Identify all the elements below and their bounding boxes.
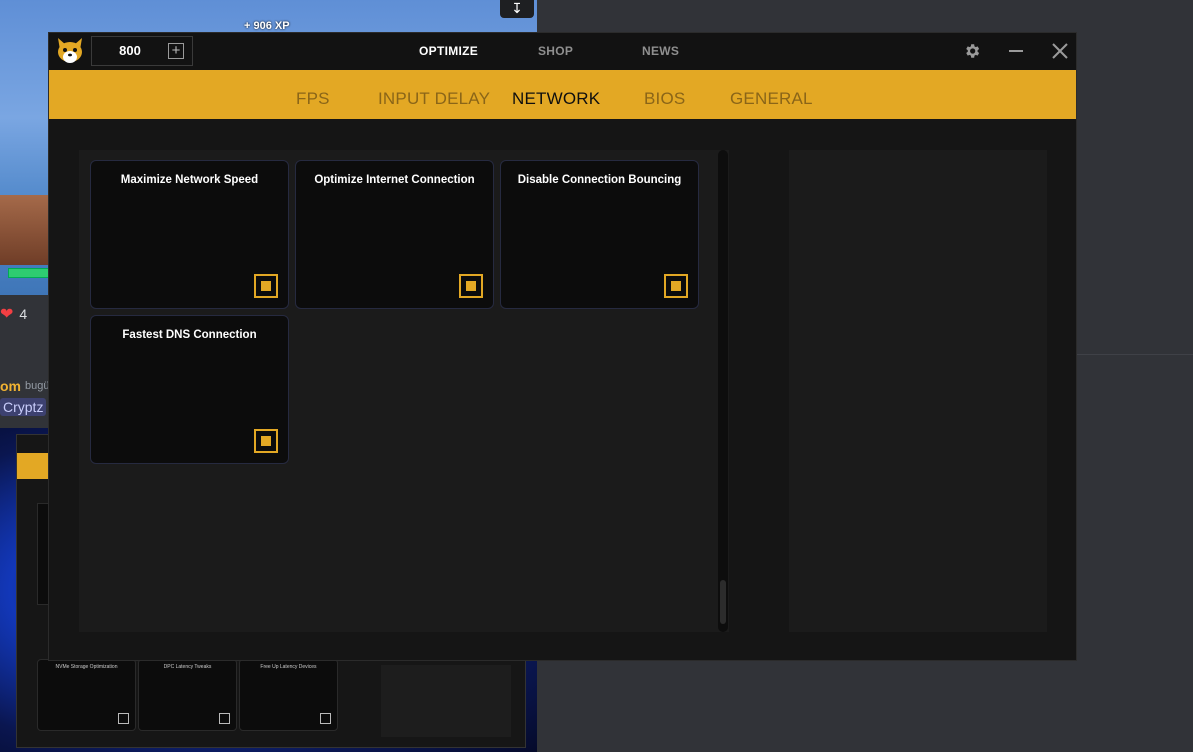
card-title: Disable Connection Bouncing xyxy=(517,174,682,186)
message-reaction[interactable]: ❤ 4 xyxy=(0,301,27,327)
settings-gear-icon[interactable] xyxy=(957,33,987,70)
tab-input-delay[interactable]: INPUT DELAY xyxy=(378,70,490,119)
category-tabs: FPS INPUT DELAY NETWORK BIOS GENERAL xyxy=(49,70,1076,119)
card-title: Fastest DNS Connection xyxy=(122,329,257,341)
message-username[interactable]: om xyxy=(0,378,21,394)
tab-fps[interactable]: FPS xyxy=(296,70,330,119)
tab-bios[interactable]: BIOS xyxy=(644,70,685,119)
checkbox-checked-icon xyxy=(466,281,476,291)
tweak-card-maximize-network-speed[interactable]: Maximize Network Speed xyxy=(90,160,289,309)
tweak-card-fastest-dns-connection[interactable]: Fastest DNS Connection xyxy=(90,315,289,464)
tab-general[interactable]: GENERAL xyxy=(730,70,813,119)
card-checkbox[interactable] xyxy=(664,274,688,298)
add-currency-button[interactable]: + xyxy=(168,43,184,59)
mini-card-title: DPC Latency Tweaks xyxy=(163,664,212,670)
currency-counter: 800 + xyxy=(91,36,193,66)
nav-shop[interactable]: SHOP xyxy=(538,33,573,70)
game-rock xyxy=(0,195,48,265)
card-title: Maximize Network Speed xyxy=(120,174,259,186)
mini-card-title: Free Up Latency Devices xyxy=(260,664,317,670)
mini-card: Free Up Latency Devices xyxy=(239,659,338,731)
mini-checkbox-icon xyxy=(219,713,230,724)
mini-checkbox-icon xyxy=(118,713,129,724)
tweak-card-disable-connection-bouncing[interactable]: Disable Connection Bouncing xyxy=(500,160,699,309)
nav-optimize[interactable]: OPTIMIZE xyxy=(419,33,478,70)
checkbox-checked-icon xyxy=(671,281,681,291)
mini-card: NVMe Storage Optimization xyxy=(37,659,136,731)
card-checkbox[interactable] xyxy=(254,274,278,298)
fox-logo-icon xyxy=(55,36,85,66)
game-health-bar xyxy=(8,268,50,278)
card-grid-scrollbar[interactable] xyxy=(718,150,728,632)
details-side-panel xyxy=(789,150,1047,632)
mini-card-title: NVMe Storage Optimization xyxy=(55,664,118,670)
tweak-card-grid: Maximize Network Speed Optimize Internet… xyxy=(79,150,729,632)
nav-news[interactable]: NEWS xyxy=(642,33,679,70)
game-xp-text: + 906 XP xyxy=(244,20,290,32)
checkbox-checked-icon xyxy=(261,436,271,446)
tweak-card-optimize-internet-connection[interactable]: Optimize Internet Connection xyxy=(295,160,494,309)
card-checkbox[interactable] xyxy=(459,274,483,298)
mini-card: DPC Latency Tweaks xyxy=(138,659,237,731)
chat-divider xyxy=(1077,354,1193,355)
mini-checkbox-icon xyxy=(320,713,331,724)
card-checkbox[interactable] xyxy=(254,429,278,453)
optimizer-window: 800 + OPTIMIZE SHOP NEWS FPS INPUT DELAY… xyxy=(48,32,1077,661)
close-icon[interactable] xyxy=(1045,33,1075,70)
mini-side-panel xyxy=(381,665,511,737)
currency-value: 800 xyxy=(119,43,141,58)
user-mention[interactable]: Cryptz xyxy=(0,398,47,416)
card-title: Optimize Internet Connection xyxy=(314,174,475,186)
download-icon[interactable]: ↧ xyxy=(500,0,534,18)
tab-network[interactable]: NETWORK xyxy=(512,70,600,119)
title-bar[interactable]: 800 + OPTIMIZE SHOP NEWS xyxy=(49,33,1076,70)
checkbox-checked-icon xyxy=(261,281,271,291)
reaction-count: 4 xyxy=(19,306,28,322)
message-timestamp: bugü xyxy=(25,380,50,392)
heart-icon: ❤ xyxy=(0,306,14,323)
minimize-icon[interactable] xyxy=(1001,33,1031,70)
scrollbar-thumb[interactable] xyxy=(720,580,726,624)
